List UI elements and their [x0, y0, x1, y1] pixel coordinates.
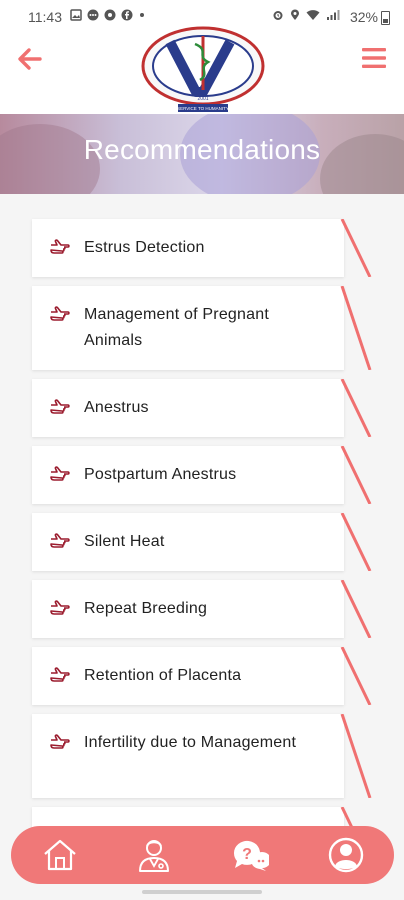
location-icon: [291, 9, 299, 20]
dots-icon: [87, 9, 99, 21]
home-icon[interactable]: [41, 836, 79, 874]
arrow-left-icon[interactable]: [14, 44, 44, 74]
card-accent-stripe: [340, 379, 372, 437]
recommendation-item[interactable]: Silent Heat: [32, 513, 372, 571]
logo-motto: SERVICE TO HUMANITY: [177, 106, 229, 111]
image-icon: [70, 9, 82, 21]
pointing-hand-icon: [50, 667, 70, 682]
pointing-hand-icon: [50, 533, 70, 548]
facebook-icon: [121, 9, 133, 21]
pointing-hand-icon: [50, 600, 70, 615]
recommendation-label: Management of Pregnant Animals: [84, 306, 269, 349]
page-banner: Recommendations: [0, 114, 404, 194]
record-icon: [104, 9, 116, 21]
doctor-icon[interactable]: [135, 836, 173, 874]
battery-icon: [381, 11, 390, 25]
recommendation-item[interactable]: Postpartum Anestrus: [32, 446, 372, 504]
recommendation-label: Estrus Detection: [84, 239, 205, 256]
app-header: 2001 SERVICE TO HUMANITY: [0, 26, 404, 114]
notification-icons: [70, 9, 146, 21]
recommendation-item[interactable]: Anestrus: [32, 379, 372, 437]
signal-icon: [327, 10, 340, 20]
recommendation-label: Repeat Breeding: [84, 600, 208, 617]
profile-icon[interactable]: [327, 836, 365, 874]
card-accent-stripe: [340, 286, 372, 370]
dot-icon: [140, 13, 144, 17]
recommendation-item[interactable]: Infertility due to Management: [32, 714, 372, 798]
recommendation-label: Retention of Placenta: [84, 667, 242, 684]
page-title: Recommendations: [83, 134, 321, 165]
wifi-icon: [306, 10, 320, 20]
pointing-hand-icon: [50, 239, 70, 254]
app-logo: 2001 SERVICE TO HUMANITY: [140, 22, 266, 116]
card-accent-stripe: [340, 219, 372, 277]
pointing-hand-icon: [50, 466, 70, 481]
recommendation-item[interactable]: Repeat Breeding: [32, 580, 372, 638]
system-icons: [272, 9, 340, 21]
hamburger-icon[interactable]: [360, 44, 388, 72]
recommendation-item[interactable]: Management of Pregnant Animals: [32, 286, 372, 370]
recommendation-item[interactable]: Estrus Detection: [32, 219, 372, 277]
recommendation-label: Anestrus: [84, 399, 149, 416]
card-accent-stripe: [340, 647, 372, 705]
recommendation-label: Silent Heat: [84, 533, 165, 550]
pointing-hand-icon: [50, 306, 70, 321]
recommendation-list: Estrus Detection Management of Pregnant …: [32, 219, 372, 874]
svg-text:?: ?: [242, 846, 252, 863]
help-chat-icon[interactable]: ?: [231, 836, 269, 874]
card-accent-stripe: [340, 446, 372, 504]
card-accent-stripe: [340, 513, 372, 571]
pointing-hand-icon: [50, 734, 70, 749]
recommendation-label: Infertility due to Management: [84, 734, 297, 751]
home-indicator[interactable]: [142, 890, 262, 894]
bottom-navigation: ?: [11, 826, 394, 884]
status-time: 11:43: [28, 9, 62, 25]
recommendation-item[interactable]: Retention of Placenta: [32, 647, 372, 705]
alarm-icon: [273, 11, 283, 20]
card-accent-stripe: [340, 580, 372, 638]
battery-percentage: 32%: [349, 9, 378, 25]
pointing-hand-icon: [50, 399, 70, 414]
recommendation-label: Postpartum Anestrus: [84, 466, 237, 483]
logo-year: 2001: [197, 96, 208, 102]
card-accent-stripe: [340, 714, 372, 798]
